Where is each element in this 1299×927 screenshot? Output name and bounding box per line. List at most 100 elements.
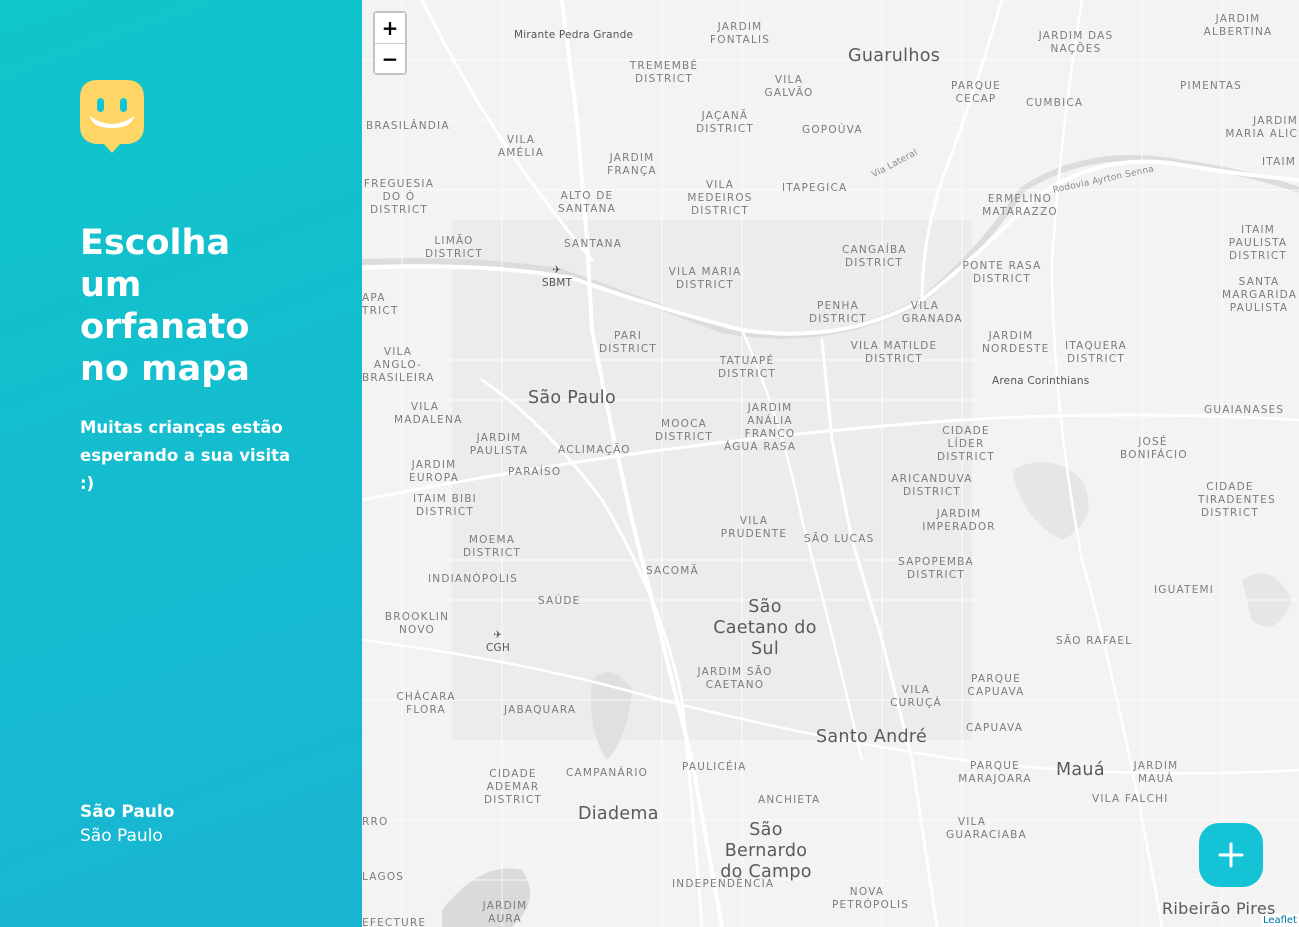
map-label-pauliceia: PAULICÉIA xyxy=(682,761,747,773)
map-label-independencia: INDEPENDÊNCIA xyxy=(672,878,775,890)
map-label-tatuape: TATUAPÉ DISTRICT xyxy=(718,355,776,380)
map-label-vila-guaraciaba: VILA GUARACIABA xyxy=(946,816,1027,841)
map-label-jardim-fontalis: JARDIM FONTALIS xyxy=(710,21,771,46)
map-label-campanario: CAMPANÁRIO xyxy=(566,767,649,779)
map-label-sbmt: ✈ SBMT xyxy=(542,264,572,290)
airport-code-cgh: CGH xyxy=(486,642,510,654)
page-title: Escolha um orfanato no mapa xyxy=(80,223,250,389)
sidebar: Escolha um orfanato no mapa Muitas crian… xyxy=(0,0,362,927)
map-label-vila-anglo: VILA ANGLO-BRASILEIRA xyxy=(362,346,435,384)
airport-icon: ✈ xyxy=(493,629,503,641)
map-label-itaim-bibi: ITAIM BIBI DISTRICT xyxy=(413,493,477,518)
map-label-ribeirao: Ribeirão Pires xyxy=(1162,899,1276,918)
map-label-moema: MOEMA DISTRICT xyxy=(463,534,521,559)
map-label-lapa: APA xyxy=(362,292,386,304)
map-label-jardim-europa: JARDIM EUROPA xyxy=(409,459,459,484)
map-label-brasilandia: BRASILÂNDIA xyxy=(366,120,450,132)
map-label-vila-maria: VILA MARIA DISTRICT xyxy=(668,266,742,291)
map-label-tremembe: TREMEMBÉ DISTRICT xyxy=(629,60,699,85)
map-label-cidade-lider: CIDADE LÍDER DISTRICT xyxy=(937,425,995,463)
plus-icon xyxy=(1218,842,1244,868)
map-label-jardim-nordeste: JARDIM NORDESTE xyxy=(982,330,1050,355)
map-attribution: Leaflet xyxy=(1260,914,1299,927)
map-label-paraiso: PARAÍSO xyxy=(508,466,562,478)
map-label-jardim-imperador: JARDIM IMPERADOR xyxy=(922,508,996,533)
map-label-parque-marajoara: PARQUE MARAJOARA xyxy=(958,760,1032,785)
map-label-santa-margarida: SANTA MARGARIDA PAULISTA xyxy=(1222,276,1298,314)
map-label-alto-santana: ALTO DE SANTANA xyxy=(557,190,617,215)
map-label-nova-petropolis: NOVA PETRÓPOLIS xyxy=(832,886,910,911)
map-label-lagos: LAGOS xyxy=(362,871,405,883)
map-label-ermelino: ERMELINO MATARAZZO xyxy=(982,193,1058,218)
map-label-mooca: MOOCA DISTRICT xyxy=(655,418,713,443)
map-label-jardim-maria: JARDIM MARIA ALIC xyxy=(1225,115,1298,140)
location-state: São Paulo xyxy=(80,826,163,846)
map-label-jardim-nacoes: JARDIM DAS NAÇÕES xyxy=(1038,30,1114,55)
map-label-jardim-franca: JARDIM FRANÇA xyxy=(607,152,657,177)
map-label-sapopemba: SAPOPEMBA DISTRICT xyxy=(898,556,974,581)
map-label-parque-cecap: PARQUE CECAP xyxy=(951,80,1001,105)
map-label-cidade-ademar: CIDADE ADEMAR DISTRICT xyxy=(484,768,542,806)
map-label-itaquera: ITAQUERA DISTRICT xyxy=(1065,340,1127,365)
map-label-penha: PENHA DISTRICT xyxy=(809,300,867,325)
current-location: São Paulo São Paulo xyxy=(80,800,174,848)
map-label-vila-prudente: VILA PRUDENTE xyxy=(720,515,788,540)
map-label-itaim-paulista: ITAIM PAULISTA DISTRICT xyxy=(1228,224,1288,262)
map-label-ponte-rasa: PONTE RASA DISTRICT xyxy=(962,260,1042,285)
map-label-sao-bernardo: São Bernardo do Campo xyxy=(720,820,812,882)
zoom-in-button[interactable]: + xyxy=(375,13,405,43)
map-label-indianopolis: INDIANÓPOLIS xyxy=(428,573,519,585)
map-label-vila-medeiros: VILA MEDEIROS DISTRICT xyxy=(687,179,753,217)
add-orphanage-button[interactable] xyxy=(1199,823,1263,887)
location-city: São Paulo xyxy=(80,802,175,822)
map-label-guarulhos: Guarulhos xyxy=(848,46,941,66)
map-label-capuava: CAPUAVA xyxy=(966,722,1024,734)
map-label-sacoma: SACOMÃ xyxy=(646,565,699,577)
map-label-agua-rasa: ÁGUA RASA xyxy=(724,441,797,453)
map-label-jardim-analia: JARDIM ANÁLIA FRANCO xyxy=(744,402,796,440)
map-label-iguatemi: IGUATEMI xyxy=(1154,584,1215,596)
map-label-jacana: JAÇANÃ DISTRICT xyxy=(696,110,754,135)
map-label-rro: RRO xyxy=(362,816,389,828)
map-label-sao-paulo: São Paulo xyxy=(528,388,616,408)
leaflet-link[interactable]: Leaflet xyxy=(1263,915,1297,926)
map-label-anchieta: ANCHIETA xyxy=(758,794,821,806)
map-label-gopouva: GOPOÚVA xyxy=(802,124,863,136)
airport-code-sbmt: SBMT xyxy=(542,277,573,289)
map-label-sao-rafael: SÃO RAFAEL xyxy=(1056,635,1133,647)
map-label-parque-capuava: PARQUE CAPUAVA xyxy=(967,673,1025,698)
map-label-cgh: ✈ CGH xyxy=(483,629,513,655)
map-label-vila-amelia: VILA AMÉLIA xyxy=(497,134,545,159)
map-label-limao: LIMÃO DISTRICT xyxy=(425,235,483,260)
map-label-itapegica: ITAPEGICA xyxy=(782,182,848,194)
map-label-vila-curuca: VILA CURUÇÁ xyxy=(890,684,942,709)
zoom-out-button[interactable]: − xyxy=(375,43,405,73)
map-label-jardim-maua: JARDIM MAUÁ xyxy=(1133,760,1179,785)
map-label-vila-matilde: VILA MATILDE DISTRICT xyxy=(850,340,938,365)
map-label-pari: PARI DISTRICT xyxy=(599,330,657,355)
zoom-control: + − xyxy=(373,11,407,75)
map-label-guaianases: GUAIANASES xyxy=(1204,404,1285,416)
smiling-pin-logo xyxy=(80,80,144,153)
map-label-jabaquara: JABAQUARA xyxy=(504,704,577,716)
airport-icon: ✈ xyxy=(552,264,562,276)
map-label-mirante: Mirante Pedra Grande xyxy=(514,29,634,41)
map-label-cumbica: CUMBICA xyxy=(1026,97,1084,109)
map-label-pimentas: PIMENTAS xyxy=(1180,80,1243,92)
map-label-rict: TRICT xyxy=(362,305,399,317)
map-label-sao-lucas: SÃO LUCAS xyxy=(804,533,875,545)
map-label-diadema: Diadema xyxy=(578,804,659,824)
map-label-cangaiba: CANGAÍBA DISTRICT xyxy=(842,244,907,269)
map-label-santana: SANTANA xyxy=(564,238,623,250)
map[interactable]: Mirante Pedra Grande Guarulhos JARDIM FO… xyxy=(362,0,1299,927)
page-subtitle: Muitas crianças estão esperando a sua vi… xyxy=(80,418,291,493)
map-label-jardim-sao-caetano: JARDIM SÃO CAETANO xyxy=(697,666,773,691)
map-label-aclimacao: ACLIMAÇÃO xyxy=(558,444,631,456)
map-label-vila-madalena: VILA MADALENA xyxy=(394,401,463,426)
map-label-itaim: ITAIM xyxy=(1262,156,1297,168)
map-label-arena: Arena Corinthians xyxy=(992,375,1090,387)
map-label-santo-andre: Santo André xyxy=(816,727,928,747)
map-label-jardim-paulista: JARDIM PAULISTA xyxy=(469,432,529,457)
map-label-freguesia: FREGUESIA DO Ó DISTRICT xyxy=(363,178,435,216)
map-label-sao-caetano: São Caetano do Sul xyxy=(713,597,817,659)
